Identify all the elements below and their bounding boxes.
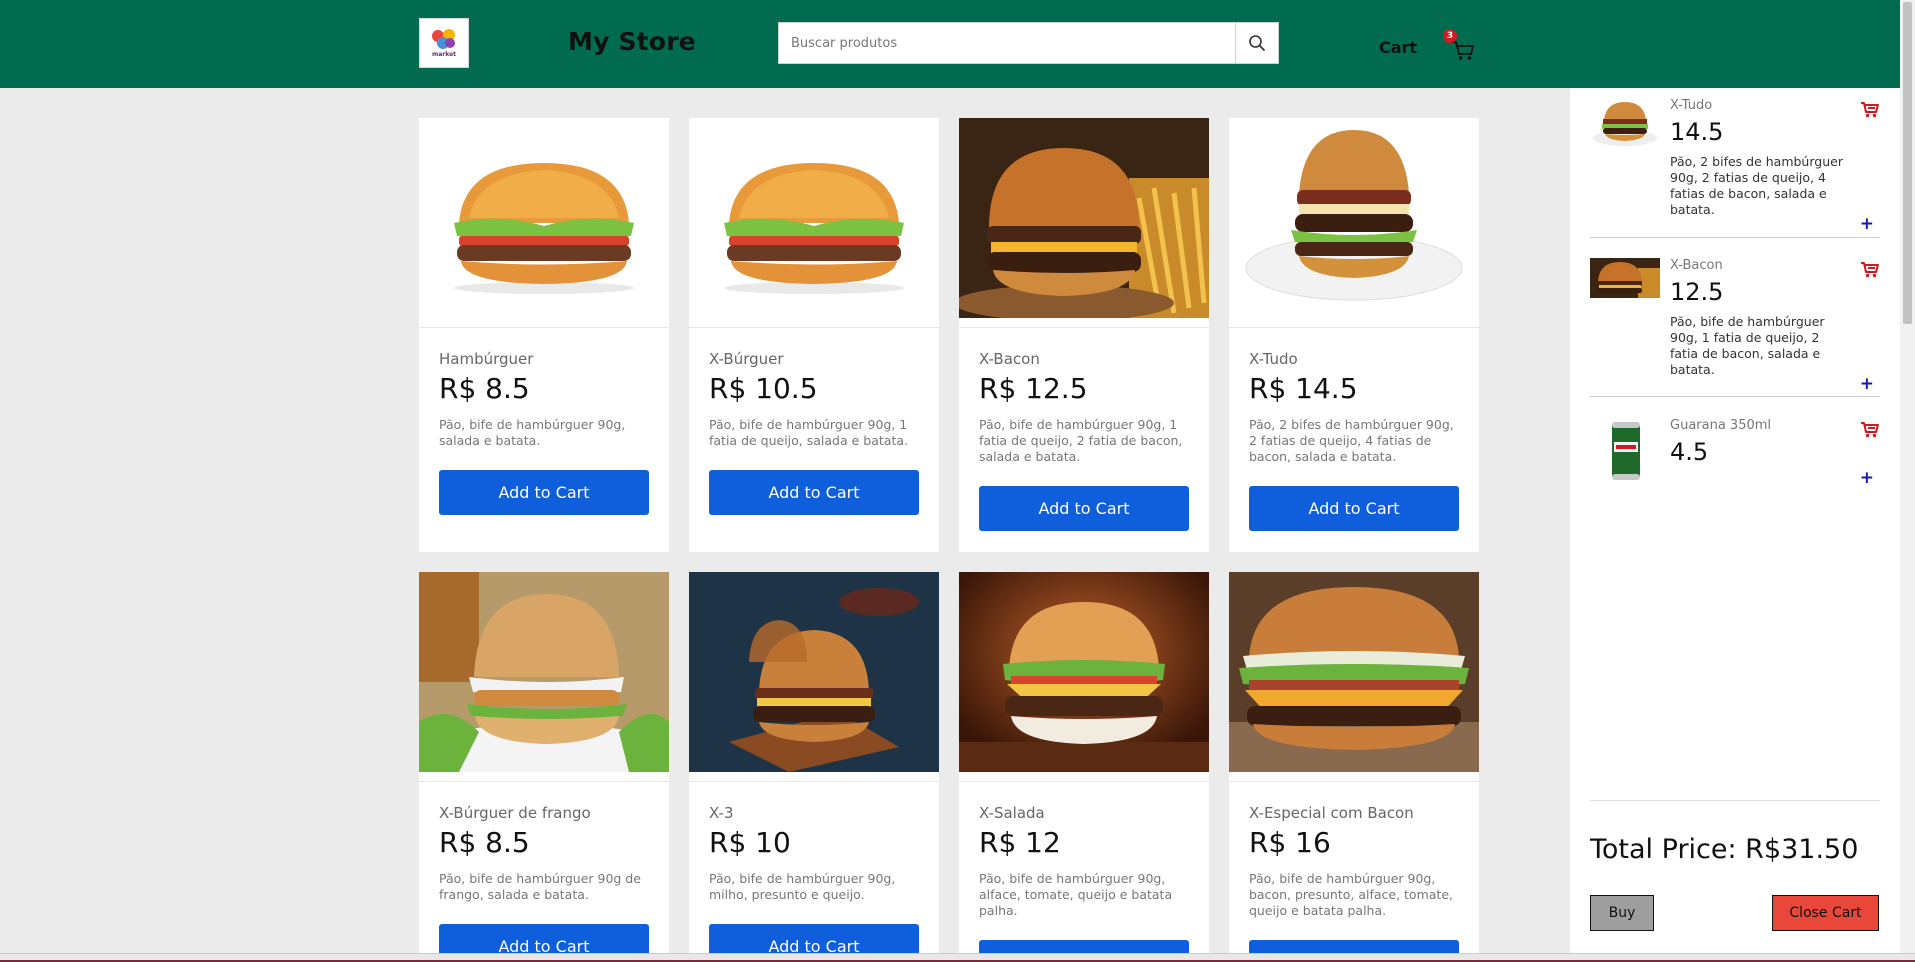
close-cart-button[interactable]: Close Cart [1772, 895, 1879, 931]
product-price: R$ 14.5 [1249, 372, 1358, 405]
product-price: R$ 12 [979, 826, 1061, 859]
product-price: R$ 8.5 [439, 826, 530, 859]
cart-item-divider [1590, 237, 1880, 238]
buy-button[interactable]: Buy [1590, 895, 1654, 931]
product-image [689, 572, 939, 772]
product-name: X-Búrguer de frango [439, 804, 591, 822]
product-description: Pão, bife de hambúrguer 90g, milho, pres… [709, 871, 896, 902]
increase-quantity-button[interactable]: + [1860, 374, 1874, 394]
product-image [959, 572, 1209, 772]
remove-cart-icon [1861, 102, 1879, 118]
card-divider [1229, 781, 1479, 782]
cart-item-description: Pão, 2 bifes de hambúrguer 90g, 2 fatias… [1670, 154, 1843, 217]
search-button[interactable] [1235, 23, 1278, 63]
product-image [689, 118, 939, 318]
card-divider [959, 327, 1209, 328]
product-image [959, 118, 1209, 318]
cart-item-image [1590, 98, 1660, 158]
cart-item-price: 14.5 [1670, 118, 1724, 146]
cart-item-price: 12.5 [1670, 278, 1724, 306]
product-image [1229, 572, 1479, 772]
product-name: X-Salada [979, 804, 1045, 822]
product-description: Pão, bife de hambúrguer 90g, bacon, pres… [1249, 871, 1453, 918]
product-card: X-Búrguer de frango R$ 8.5 Pão, bife de … [419, 572, 669, 962]
top-header: market My Store Cart 3 [0, 0, 1900, 88]
cart-item-price: 4.5 [1670, 438, 1709, 466]
product-name: X-3 [709, 804, 734, 822]
card-divider [419, 327, 669, 328]
cart-label[interactable]: Cart [1379, 38, 1417, 57]
product-image [419, 572, 669, 772]
cart-panel: X-Tudo 14.5 Pão, 2 bifes de hambúrguer 9… [1570, 88, 1900, 953]
remove-from-cart-button[interactable] [1860, 260, 1880, 284]
product-name: X-Búrguer [709, 350, 784, 368]
product-description: Pão, bife de hambúrguer 90g, alface, tom… [979, 871, 1173, 918]
card-divider [689, 781, 939, 782]
product-description: Pão, 2 bifes de hambúrguer 90g, 2 fatias… [1249, 417, 1454, 464]
cart-item-image [1590, 418, 1660, 482]
logo-mark-icon [431, 28, 457, 50]
remove-cart-icon [1861, 262, 1879, 278]
product-name: X-Bacon [979, 350, 1040, 368]
product-card: Hambúrguer R$ 8.5 Pão, bife de hambúrgue… [419, 118, 669, 552]
cart-item-name: Guarana 350ml [1670, 418, 1772, 433]
card-divider [959, 781, 1209, 782]
add-to-cart-button[interactable]: Add to Cart [979, 486, 1189, 531]
remove-cart-icon [1861, 422, 1879, 438]
cart-button[interactable]: 3 [1443, 29, 1474, 60]
cart-item: X-Bacon 12.5 Pão, bife de hambúrguer 90g… [1590, 258, 1880, 394]
add-to-cart-button[interactable]: Add to Cart [709, 470, 919, 515]
product-name: X-Especial com Bacon [1249, 804, 1414, 822]
product-card: X-Tudo R$ 14.5 Pão, 2 bifes de hambúrgue… [1229, 118, 1479, 552]
product-card: X-Búrguer R$ 10.5 Pão, bife de hambúrgue… [689, 118, 939, 552]
cart-item-name: X-Bacon [1670, 258, 1723, 273]
add-to-cart-button[interactable]: Add to Cart [439, 470, 649, 515]
product-price: R$ 16 [1249, 826, 1331, 859]
product-name: Hambúrguer [439, 350, 534, 368]
store-logo[interactable]: market [419, 18, 469, 68]
card-divider [419, 781, 669, 782]
remove-from-cart-button[interactable] [1860, 420, 1880, 444]
increase-quantity-button[interactable]: + [1860, 468, 1874, 488]
product-price: R$ 12.5 [979, 372, 1088, 405]
remove-from-cart-button[interactable] [1860, 100, 1880, 124]
search-icon [1249, 35, 1265, 51]
cart-item-divider [1590, 396, 1880, 397]
product-price: R$ 10.5 [709, 372, 818, 405]
cart-item: X-Tudo 14.5 Pão, 2 bifes de hambúrguer 9… [1590, 98, 1880, 234]
increase-quantity-button[interactable]: + [1860, 214, 1874, 234]
product-description: Pão, bife de hambúrguer 90g, 1 fatia de … [979, 417, 1183, 464]
card-divider [1229, 327, 1479, 328]
product-card: X-Especial com Bacon R$ 16 Pão, bife de … [1229, 572, 1479, 962]
product-image [1229, 118, 1479, 318]
product-description: Pão, bife de hambúrguer 90g de frango, s… [439, 871, 641, 902]
cart-item-description: Pão, bife de hambúrguer 90g, 1 fatia de … [1670, 314, 1825, 377]
store-title: My Store [568, 27, 696, 56]
cart-item-name: X-Tudo [1670, 98, 1713, 113]
add-to-cart-button[interactable]: Add to Cart [1249, 486, 1459, 531]
product-name: X-Tudo [1249, 350, 1298, 368]
product-card: X-Bacon R$ 12.5 Pão, bife de hambúrguer … [959, 118, 1209, 552]
search-bar [778, 22, 1279, 64]
product-price: R$ 8.5 [439, 372, 530, 405]
cart-item-image [1590, 258, 1660, 298]
cart-count-badge: 3 [1443, 29, 1457, 43]
scrollbar-thumb[interactable] [1903, 2, 1912, 324]
product-description: Pão, bife de hambúrguer 90g, 1 fatia de … [709, 417, 908, 448]
cart-total-divider [1590, 800, 1880, 801]
cart-total-price: Total Price: R$31.50 [1590, 834, 1859, 865]
card-divider [689, 327, 939, 328]
product-price: R$ 10 [709, 826, 791, 859]
logo-text: market [431, 51, 457, 58]
product-image [419, 118, 669, 318]
cart-item: Guarana 350ml 4.5 + [1590, 418, 1880, 508]
search-input[interactable] [779, 23, 1235, 63]
product-card: X-Salada R$ 12 Pão, bife de hambúrguer 9… [959, 572, 1209, 962]
product-description: Pão, bife de hambúrguer 90g, salada e ba… [439, 417, 626, 448]
product-card: X-3 R$ 10 Pão, bife de hambúrguer 90g, m… [689, 572, 939, 962]
